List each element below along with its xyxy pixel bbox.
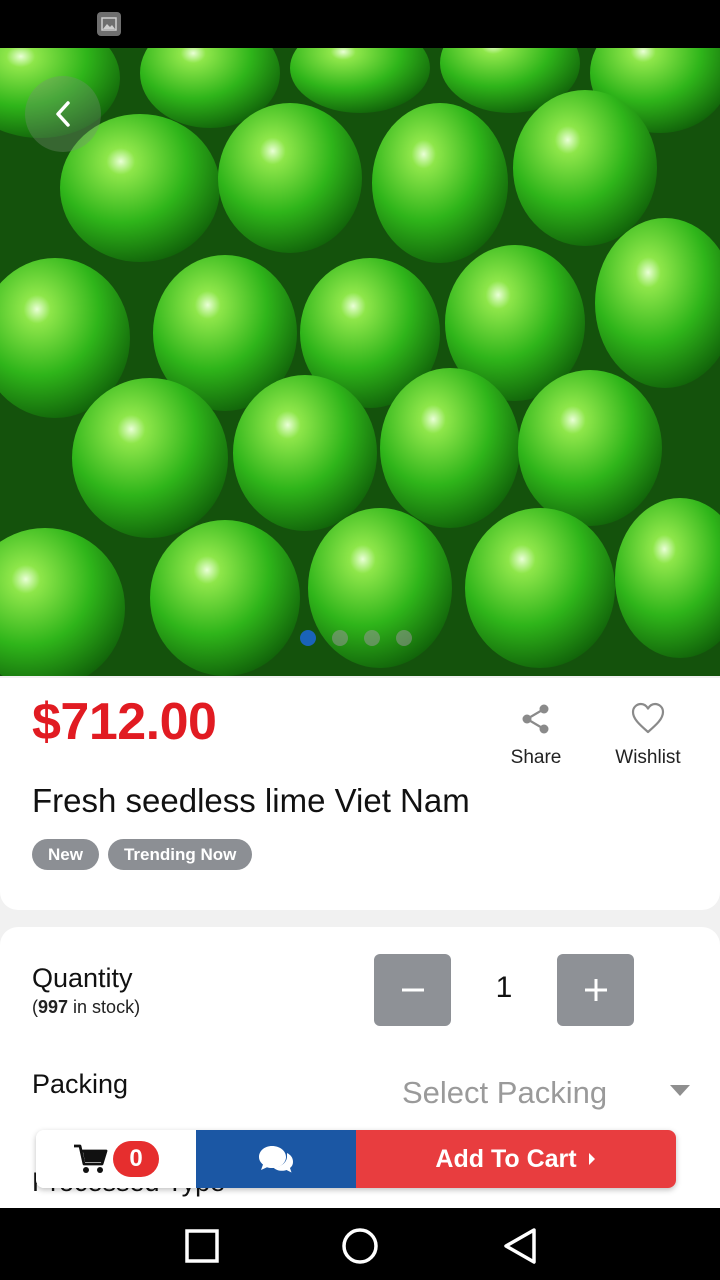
image-icon (97, 12, 121, 36)
nav-home-icon (342, 1228, 378, 1264)
heart-icon (631, 702, 665, 734)
product-image-carousel[interactable] (0, 48, 720, 676)
increase-quantity-button[interactable] (557, 954, 634, 1026)
chat-icon (259, 1146, 293, 1173)
nav-back-button[interactable] (500, 1226, 540, 1266)
badge-trending-now: Trending Now (107, 839, 253, 870)
cart-icon (74, 1144, 108, 1173)
carousel-dot[interactable] (300, 630, 316, 646)
wishlist-label: Wishlist (615, 747, 681, 768)
system-navigation-bar (0, 1208, 720, 1280)
share-label: Share (510, 747, 562, 768)
nav-back-icon (504, 1228, 536, 1264)
badge-new: New (32, 839, 99, 870)
carousel-dot[interactable] (332, 630, 348, 646)
share-icon (522, 704, 549, 734)
product-price: $712.00 (32, 693, 217, 751)
add-to-cart-label: Add To Cart (435, 1144, 577, 1173)
back-button[interactable] (25, 76, 101, 152)
product-summary-card: $712.00 Share Wishlist Fresh seedless li… (0, 678, 720, 910)
quantity-label: Quantity (32, 963, 133, 993)
carousel-dot[interactable] (364, 630, 380, 646)
wishlist-button[interactable]: Wishlist (603, 702, 693, 769)
chevron-down-icon[interactable] (670, 1085, 690, 1096)
decrease-quantity-button[interactable] (374, 954, 451, 1026)
nav-recents-button[interactable] (182, 1226, 222, 1266)
cart-button[interactable]: 0 (36, 1130, 196, 1188)
product-detail-screen: $712.00 Share Wishlist Fresh seedless li… (0, 0, 720, 1280)
product-badges: New Trending Now (32, 839, 253, 870)
add-to-cart-button[interactable]: Add To Cart (356, 1130, 676, 1188)
nav-recents-icon (185, 1229, 219, 1263)
share-button[interactable]: Share (491, 702, 581, 769)
chat-button[interactable] (196, 1130, 356, 1188)
carousel-dot[interactable] (396, 630, 412, 646)
status-bar (0, 0, 720, 48)
stock-info: (997 in stock) (32, 997, 140, 1018)
nav-home-button[interactable] (340, 1226, 380, 1266)
stock-suffix: in stock) (68, 997, 141, 1017)
product-title: Fresh seedless lime Viet Nam (32, 782, 470, 819)
caret-right-icon (588, 1153, 595, 1165)
minus-icon (401, 988, 424, 992)
stock-count: 997 (38, 997, 69, 1017)
quantity-value[interactable]: 1 (452, 971, 556, 1005)
cart-count-badge: 0 (113, 1141, 159, 1177)
plus-icon (584, 979, 607, 1001)
bottom-cart-bar: 0 Add To Cart (36, 1130, 676, 1188)
product-image (0, 48, 720, 676)
packing-label: Packing (32, 1069, 129, 1099)
carousel-indicator (300, 630, 412, 646)
packing-select[interactable]: Select Packing (402, 1075, 607, 1111)
back-arrow-icon (56, 101, 70, 127)
